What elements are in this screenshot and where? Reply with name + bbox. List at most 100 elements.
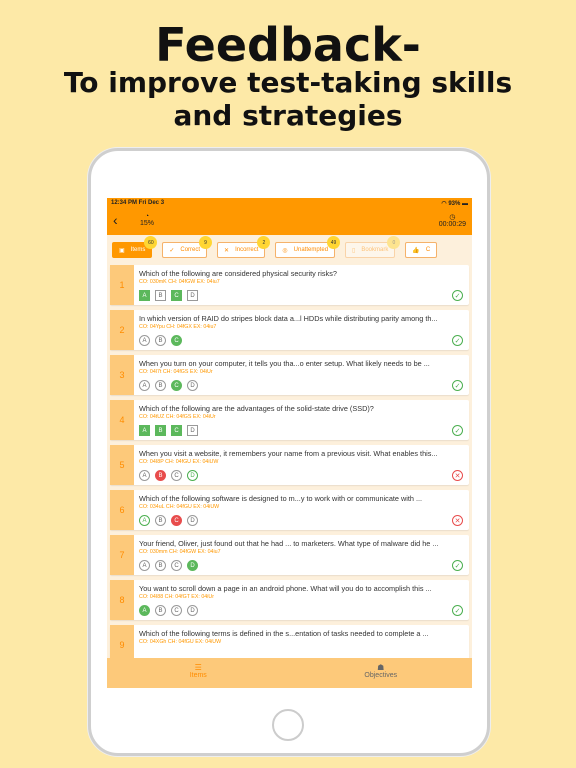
option-b: B (155, 335, 166, 346)
question-item[interactable]: 3 When you turn on your computer, it tell… (110, 355, 469, 395)
option-c: C (171, 335, 182, 346)
battery-icon: ▬ (462, 201, 468, 207)
option-b: B (155, 605, 166, 616)
question-item[interactable]: 1 Which of the following are considered p… (110, 265, 469, 305)
list-icon: ▣ (119, 247, 125, 254)
answer-options: ABCD (139, 560, 464, 571)
filter-c[interactable]: 👍 C (405, 242, 438, 258)
filter-label: Incorrect (235, 247, 259, 253)
answer-options: ABCD (139, 290, 464, 301)
option-b: B (155, 290, 166, 301)
incorrect-icon: ✕ (452, 515, 463, 526)
option-d: D (187, 425, 198, 436)
battery-level: 93% (448, 201, 461, 207)
question-item[interactable]: 6 Which of the following software is desi… (110, 490, 469, 530)
status-bar: 12:34 PM Fri Dec 3 ◠ 93% ▬ (107, 198, 472, 210)
question-text: Which of the following are the advantage… (139, 404, 374, 413)
question-meta: CO: 04Ypu CH: 04fGX EX: 04iu7 (139, 324, 217, 330)
bottom-tab-bar: ☰ Items ☗ Objectives (107, 658, 472, 688)
question-item[interactable]: 8 You want to scroll down a page in an an… (110, 580, 469, 620)
count-badge: 0 (387, 236, 401, 249)
progress-value: 15% (140, 220, 155, 227)
status-time: 12:34 PM Fri Dec 3 (111, 200, 165, 206)
answer-options: ABCD (139, 515, 464, 526)
question-text: Your friend, Oliver, just found out that… (139, 539, 439, 548)
promo-title: Feedback- (155, 18, 421, 72)
question-item[interactable]: 5 When you visit a website, it remembers … (110, 445, 469, 485)
filter-incorrect[interactable]: ✕ Incorrect 2 (217, 236, 271, 258)
option-d: D (187, 515, 198, 526)
answer-options: ABCD (139, 425, 464, 436)
bookmark-icon: ▯ (352, 247, 356, 254)
question-text: You want to scroll down a page in an and… (139, 584, 432, 593)
count-badge: 2 (257, 236, 271, 249)
tab-objectives[interactable]: ☗ Objectives (290, 658, 473, 688)
question-number: 3 (110, 355, 134, 395)
option-c: C (171, 515, 182, 526)
subtitle-line: and strategies (173, 99, 403, 132)
option-a: A (139, 470, 150, 481)
question-number: 2 (110, 310, 134, 350)
filter-unattempted[interactable]: ◎ Unattempted 49 (275, 236, 341, 258)
option-d: D (187, 605, 198, 616)
filter-items[interactable]: ▣ Items 60 (112, 236, 158, 258)
back-icon[interactable]: ‹ (113, 212, 118, 228)
count-badge: 9 (199, 236, 213, 249)
gauge-icon: ◔ (144, 213, 150, 220)
filter-bookmark[interactable]: ▯ Bookmark 0 (345, 236, 401, 258)
filter-label: Unattempted (293, 247, 329, 253)
tab-items[interactable]: ☰ Items (107, 658, 290, 688)
check-icon: ✓ (169, 247, 175, 254)
subtitle-line: To improve test-taking skills (63, 66, 513, 99)
filter-correct[interactable]: ✓ Correct 9 (162, 236, 213, 258)
option-a: A (139, 425, 150, 436)
timer-value: 00:00:29 (438, 221, 466, 228)
correct-icon: ✓ (452, 560, 463, 571)
option-d: D (187, 560, 198, 571)
correct-icon: ✓ (452, 290, 463, 301)
question-number: 6 (110, 490, 134, 530)
correct-icon: ✓ (452, 605, 463, 616)
header: ‹ ◔ 15% ◷ 00:00:29 (107, 210, 472, 235)
question-text: Which of the following software is desig… (139, 494, 423, 503)
option-a: A (139, 335, 150, 346)
option-a: A (139, 605, 150, 616)
option-d: D (187, 380, 198, 391)
option-c: C (171, 425, 182, 436)
question-number: 4 (110, 400, 134, 440)
question-meta: CO: 030mm CH: 04fGW EX: 04iu7 (139, 549, 221, 555)
question-meta: CO: 030mK CH: 04fGW EX: 04iu7 (139, 279, 220, 285)
question-number: 5 (110, 445, 134, 485)
timer: ◷ 00:00:29 (439, 213, 466, 228)
question-meta: CO: 04l7t CH: 04fGS EX: 04iUr (139, 369, 213, 375)
option-b: B (155, 380, 166, 391)
correct-icon: ✓ (452, 425, 463, 436)
question-meta: CO: 034uL CH: 04fGU EX: 04iUW (139, 504, 220, 510)
home-button[interactable] (272, 709, 304, 741)
question-text: Which of the following are considered ph… (139, 269, 337, 278)
question-meta: CO: 04I8P CH: 04fGU EX: 04iUW (139, 459, 219, 465)
option-b: B (155, 560, 166, 571)
option-a: A (139, 290, 150, 301)
option-b: B (155, 470, 166, 481)
option-a: A (139, 380, 150, 391)
answer-options: ABC (139, 335, 464, 346)
filter-label: C (425, 247, 431, 253)
option-d: D (187, 470, 198, 481)
question-text: In which version of RAID do stripes bloc… (139, 314, 438, 323)
question-item[interactable]: 7 Your friend, Oliver, just found out tha… (110, 535, 469, 575)
count-badge: 60 (144, 236, 158, 249)
filter-bar: ▣ Items 60 ✓ Correct 9 ✕ Incorrect 2 ◎ Unattempted… (107, 235, 472, 265)
option-c: C (171, 380, 182, 391)
x-icon: ✕ (224, 247, 230, 254)
eye-slash-icon: ◎ (282, 247, 288, 254)
option-a: A (139, 515, 150, 526)
question-item[interactable]: 2 In which version of RAID do stripes blo… (110, 310, 469, 350)
promo-subtitle: To improve test-taking skills and strateg… (0, 66, 576, 132)
option-b: B (155, 425, 166, 436)
question-text: Which of the following terms is defined … (139, 629, 429, 638)
option-a: A (139, 560, 150, 571)
question-item[interactable]: 4 Which of the following are the advantag… (110, 400, 469, 440)
option-d: D (187, 290, 198, 301)
question-list: 1 Which of the following are considered p… (110, 265, 469, 670)
